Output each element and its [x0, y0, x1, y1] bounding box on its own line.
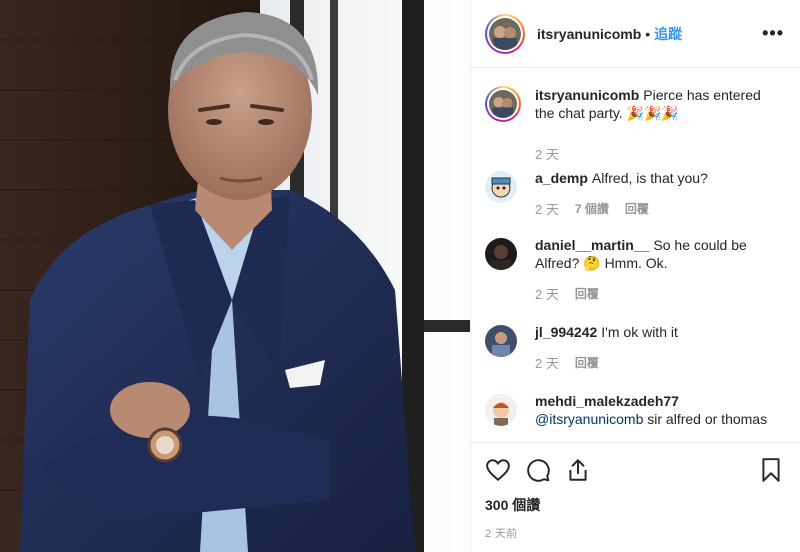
caption-username[interactable]: itsryanunicomb [535, 87, 639, 103]
post-side-panel: itsryanunicomb • 追蹤 ••• itsryanunicomb P… [470, 0, 800, 552]
author-avatar-image [489, 17, 521, 50]
commenter-avatar[interactable] [485, 171, 517, 203]
comment-meta: 2 天 回覆 [535, 284, 784, 303]
comment-time[interactable]: 2 天 [535, 353, 559, 372]
caption-time: 2 天 [535, 147, 559, 162]
comment-item: mehdi_malekzadeh77 @itsryanunicomb sir a… [485, 392, 784, 428]
comment-meta: 2 天 回覆 [535, 353, 784, 372]
author-avatar[interactable] [485, 13, 525, 54]
comment-likes[interactable]: 7 個讚 [575, 200, 609, 217]
commenter-avatar-image [485, 238, 517, 270]
comment-meta: 2 天 7 個讚 回覆 [535, 199, 784, 218]
comment-bubble-icon[interactable] [525, 457, 551, 483]
reply-button[interactable]: 回覆 [625, 200, 649, 217]
separator-dot: • [645, 25, 651, 42]
caption-avatar[interactable] [485, 86, 521, 122]
commenter-avatar[interactable] [485, 238, 517, 270]
post-header: itsryanunicomb • 追蹤 ••• [471, 0, 800, 68]
commenter-username[interactable]: mehdi_malekzadeh77 [535, 393, 679, 409]
post-photo[interactable] [0, 0, 470, 552]
commenter-username[interactable]: daniel__martin__ [535, 237, 649, 253]
comment-item: jl_994242 I'm ok with it 2 天 回覆 [485, 323, 784, 372]
comment-time[interactable]: 2 天 [535, 284, 559, 303]
post-footer: 300 個讚 2 天前 [471, 442, 800, 552]
heart-icon[interactable] [485, 457, 511, 483]
comment-item: a_demp Alfred, is that you? 2 天 7 個讚 回覆 [485, 169, 784, 218]
commenter-avatar-image [485, 394, 517, 426]
comment-item: daniel__martin__ So he could be Alfred? 🤔… [485, 236, 784, 303]
commenter-avatar-image [485, 325, 517, 357]
more-options-icon[interactable]: ••• [762, 23, 784, 44]
caption: itsryanunicomb Pierce has entered the cha… [485, 86, 784, 122]
follow-button[interactable]: 追蹤 [654, 24, 682, 44]
likes-count[interactable]: 300 個讚 [485, 495, 784, 515]
comment-text: sir alfred or thomas [647, 411, 768, 427]
post-age[interactable]: 2 天前 [485, 525, 784, 541]
comment-time[interactable]: 2 天 [535, 199, 559, 218]
mention-link[interactable]: @itsryanunicomb [535, 411, 643, 427]
reply-button[interactable]: 回覆 [575, 285, 599, 302]
commenter-avatar-image [485, 171, 517, 203]
instagram-post: itsryanunicomb • 追蹤 ••• itsryanunicomb P… [0, 0, 800, 552]
reply-button[interactable]: 回覆 [575, 354, 599, 371]
comment-text: Alfred, is that you? [591, 170, 708, 186]
comment-text: I'm ok with it [601, 324, 678, 340]
comments-list[interactable]: itsryanunicomb Pierce has entered the cha… [471, 68, 800, 442]
caption-avatar-image [489, 90, 517, 118]
commenter-avatar[interactable] [485, 394, 517, 426]
commenter-avatar[interactable] [485, 325, 517, 357]
bookmark-icon[interactable] [758, 457, 784, 483]
share-icon[interactable] [565, 457, 591, 483]
portrait-image [0, 0, 470, 552]
caption-text: itsryanunicomb Pierce has entered the cha… [535, 86, 784, 122]
commenter-username[interactable]: a_demp [535, 170, 588, 186]
commenter-username[interactable]: jl_994242 [535, 324, 597, 340]
author-username[interactable]: itsryanunicomb [537, 26, 641, 42]
action-bar [485, 455, 784, 485]
